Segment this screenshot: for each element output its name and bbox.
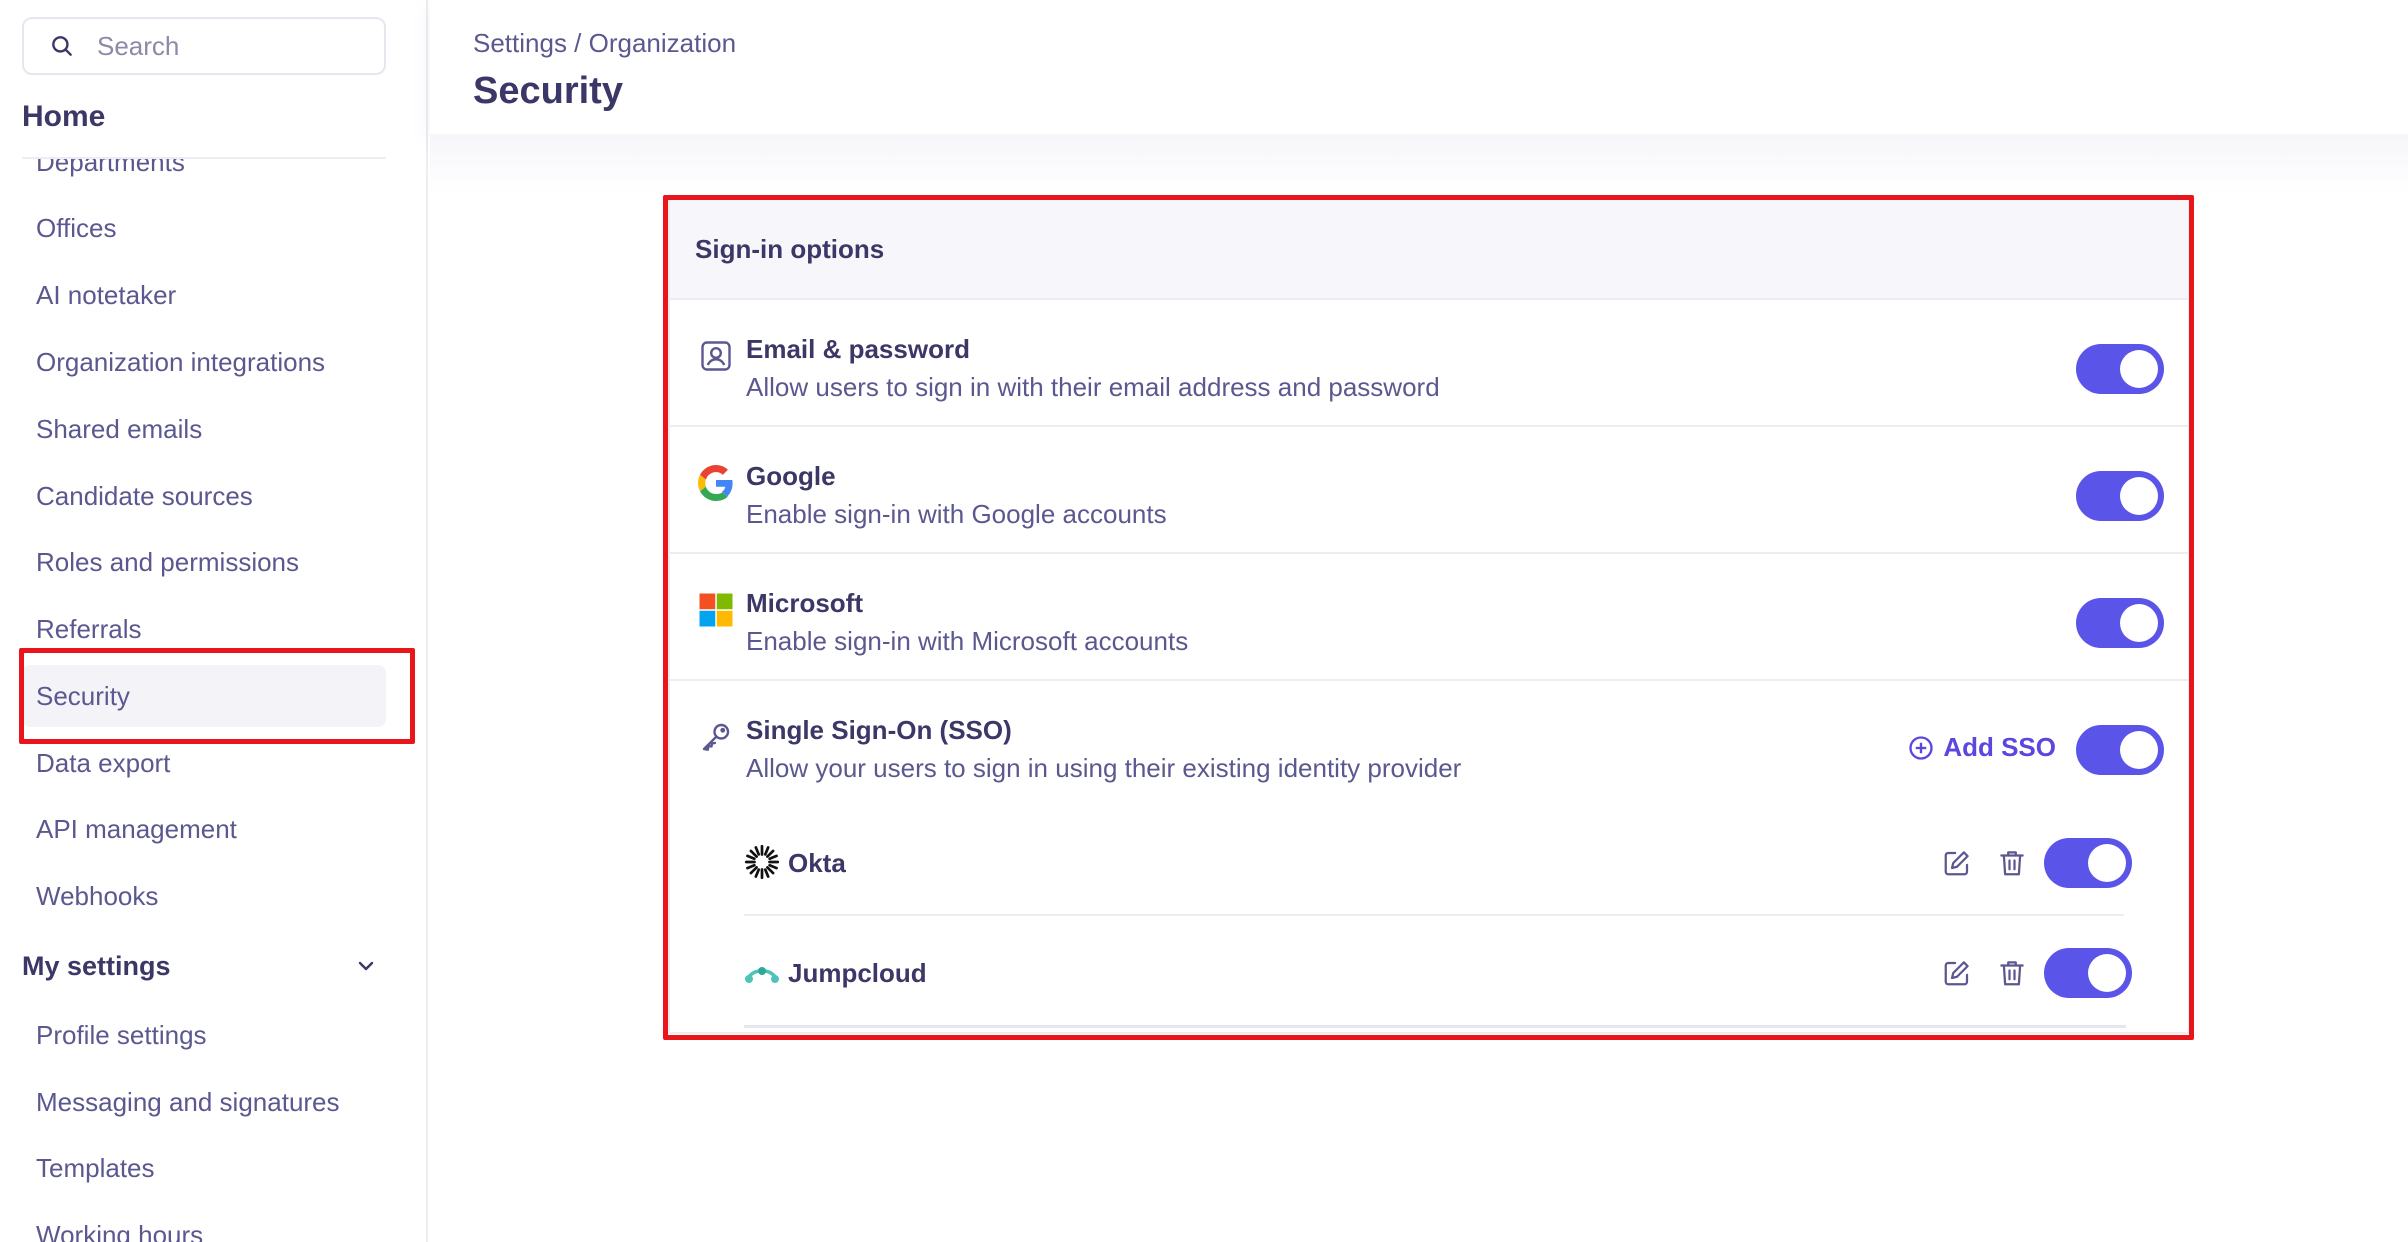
provider-name: Jumpcloud bbox=[788, 958, 927, 988]
my-settings-section-toggle[interactable]: My settings bbox=[22, 935, 386, 997]
sidebar-item-ai-notetaker[interactable]: AI notetaker bbox=[22, 264, 386, 326]
trash-icon[interactable] bbox=[1997, 958, 2027, 988]
sidebar-item-roles-and-permissions[interactable]: Roles and permissions bbox=[22, 531, 386, 593]
edit-icon[interactable] bbox=[1942, 958, 1972, 988]
sign-in-option-google: Google Enable sign-in with Google accoun… bbox=[670, 427, 2188, 554]
email-password-toggle[interactable] bbox=[2076, 344, 2164, 394]
sidebar-item-messaging-and-signatures[interactable]: Messaging and signatures bbox=[22, 1071, 386, 1133]
my-settings-label: My settings bbox=[22, 950, 171, 981]
edit-icon[interactable] bbox=[1942, 848, 1972, 878]
sign-in-option-microsoft: Microsoft Enable sign-in with Microsoft … bbox=[670, 554, 2188, 681]
sidebar-item-working-hours[interactable]: Working hours bbox=[22, 1204, 386, 1242]
search-placeholder: Search bbox=[97, 30, 180, 61]
sign-in-option-sso: Single Sign-On (SSO) Allow your users to… bbox=[670, 681, 2188, 1029]
search-input[interactable]: Search bbox=[22, 17, 386, 75]
sso-provider-okta: Okta bbox=[744, 808, 2132, 916]
plus-circle-icon bbox=[1909, 735, 1933, 760]
google-logo-icon bbox=[698, 465, 733, 501]
sidebar-item-candidate-sources[interactable]: Candidate sources bbox=[22, 465, 386, 527]
sidebar-item-security[interactable]: Security bbox=[22, 665, 386, 727]
home-link[interactable]: Home bbox=[22, 100, 105, 134]
add-sso-button[interactable]: Add SSO bbox=[1907, 732, 2056, 763]
option-description: Enable sign-in with Google accounts bbox=[746, 499, 1167, 529]
add-sso-label: Add SSO bbox=[1943, 732, 2056, 762]
option-description: Allow your users to sign in using their … bbox=[746, 753, 1462, 783]
provider-name: Okta bbox=[788, 848, 846, 878]
sidebar-item-api-management[interactable]: API management bbox=[22, 798, 386, 860]
divider bbox=[744, 1025, 2126, 1028]
sidebar-item-templates[interactable]: Templates bbox=[22, 1137, 386, 1199]
sign-in-option-email: Email & password Allow users to sign in … bbox=[670, 300, 2188, 427]
header-shadow bbox=[430, 134, 2408, 194]
page-title: Security bbox=[473, 70, 623, 112]
sidebar-item-shared-emails[interactable]: Shared emails bbox=[22, 398, 386, 460]
option-description: Allow users to sign in with their email … bbox=[746, 372, 1440, 402]
option-title: Google bbox=[746, 461, 836, 491]
option-title: Microsoft bbox=[746, 588, 863, 618]
option-title: Single Sign-On (SSO) bbox=[746, 715, 1012, 745]
trash-icon[interactable] bbox=[1997, 848, 2027, 878]
sidebar-item-webhooks[interactable]: Webhooks bbox=[22, 865, 386, 927]
okta-toggle[interactable] bbox=[2044, 838, 2132, 888]
jumpcloud-logo-icon bbox=[745, 967, 779, 983]
option-description: Enable sign-in with Microsoft accounts bbox=[746, 626, 1189, 656]
microsoft-toggle[interactable] bbox=[2076, 598, 2164, 648]
sign-in-options-card: Sign-in options Email & password Allow u… bbox=[668, 198, 2190, 1034]
sidebar-item-referrals[interactable]: Referrals bbox=[22, 598, 386, 660]
sidebar-item-profile-settings[interactable]: Profile settings bbox=[22, 1004, 386, 1066]
sso-toggle[interactable] bbox=[2076, 725, 2164, 775]
sidebar-item-organization-integrations[interactable]: Organization integrations bbox=[22, 331, 386, 393]
sidebar-item-offices[interactable]: Offices bbox=[22, 197, 386, 259]
option-title: Email & password bbox=[746, 334, 970, 364]
key-icon bbox=[702, 723, 730, 751]
user-card-icon bbox=[701, 341, 731, 371]
sso-provider-jumpcloud: Jumpcloud bbox=[744, 918, 2132, 1026]
page-header bbox=[430, 0, 2408, 134]
search-icon bbox=[52, 36, 72, 56]
sidebar: Search Home Departments Offices AI notet… bbox=[0, 0, 428, 1242]
breadcrumb[interactable]: Settings / Organization bbox=[473, 28, 736, 59]
jumpcloud-toggle[interactable] bbox=[2044, 948, 2132, 998]
okta-logo-icon bbox=[744, 844, 780, 880]
card-heading: Sign-in options bbox=[670, 200, 2188, 300]
nav-list: Departments Offices AI notetaker Organiz… bbox=[0, 159, 426, 1242]
sidebar-item-data-export[interactable]: Data export bbox=[22, 732, 386, 794]
sidebar-item-departments[interactable]: Departments bbox=[22, 159, 386, 193]
chevron-down-icon bbox=[358, 961, 374, 971]
google-toggle[interactable] bbox=[2076, 471, 2164, 521]
microsoft-logo-icon bbox=[699, 593, 733, 627]
